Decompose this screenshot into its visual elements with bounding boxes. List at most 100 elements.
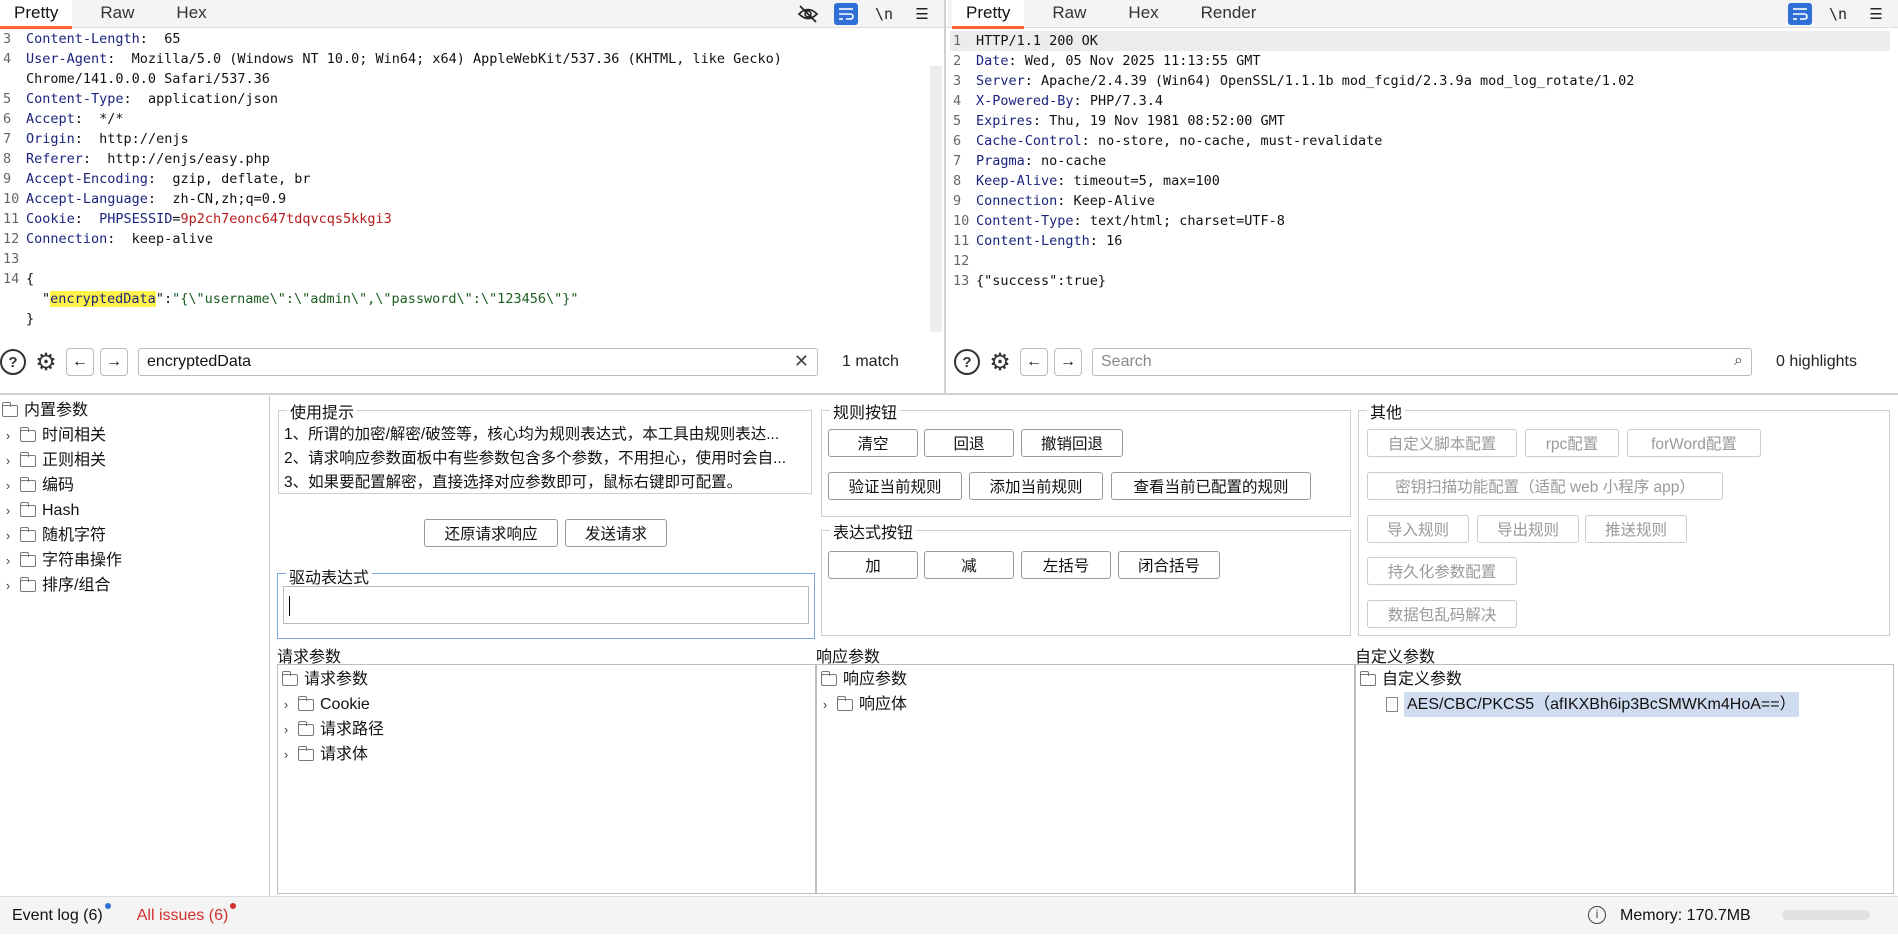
gear-icon[interactable]: ⚙ — [986, 348, 1014, 377]
request-line: 10 Accept-Language: zh-CN,zh;q=0.9 — [0, 189, 928, 209]
verify-rule-button[interactable]: 验证当前规则 — [828, 472, 962, 500]
event-log-link[interactable]: Event log (6) — [12, 902, 111, 925]
request-scrollbar[interactable] — [930, 66, 942, 332]
tree-root-request[interactable]: 请求参数 — [278, 667, 384, 692]
tab-request-hex[interactable]: Hex — [162, 0, 220, 28]
clear-icon[interactable]: ✕ — [794, 351, 809, 372]
persist-params-button[interactable]: 持久化参数配置 — [1367, 557, 1517, 585]
tab-response-hex[interactable]: Hex — [1114, 0, 1172, 28]
wrap-icon[interactable] — [834, 3, 858, 25]
request-search-input[interactable]: encryptedData ✕ — [138, 348, 818, 376]
newline-icon[interactable]: \n — [872, 3, 896, 25]
header-value: timeout=5, max=100 — [1065, 173, 1220, 189]
menu-icon[interactable]: ☰ — [910, 3, 934, 25]
folder-icon — [20, 576, 36, 592]
chevron-right-icon[interactable]: › — [0, 573, 16, 598]
header-value: no-store, no-cache, must-revalidate — [1089, 133, 1383, 149]
garbled-fix-button[interactable]: 数据包乱码解决 — [1367, 600, 1517, 628]
restore-button[interactable]: 还原请求响应 — [424, 519, 558, 547]
chevron-right-icon[interactable]: › — [278, 742, 294, 767]
builtin-tree-item[interactable]: › 排序/组合 — [0, 573, 268, 598]
export-rules-button[interactable]: 导出规则 — [1477, 515, 1579, 543]
send-request-button[interactable]: 发送请求 — [565, 519, 667, 547]
line-number: 4 — [3, 51, 12, 67]
rpc-config-button[interactable]: rpc配置 — [1525, 429, 1619, 457]
pane-divider[interactable] — [944, 0, 946, 395]
tab-request-pretty[interactable]: Pretty — [0, 0, 73, 29]
response-param-item[interactable]: › 响应体 — [817, 692, 907, 717]
search-prev-button[interactable]: ← — [66, 348, 94, 376]
tab-response-pretty[interactable]: Pretty — [952, 0, 1025, 29]
horizontal-divider[interactable] — [0, 393, 1898, 395]
search-prev-button[interactable]: ← — [1020, 348, 1048, 376]
driver-input[interactable] — [283, 586, 809, 624]
minus-button[interactable]: 减 — [924, 551, 1014, 579]
left-divider[interactable] — [269, 396, 270, 896]
left-paren-button[interactable]: 左括号 — [1021, 551, 1111, 579]
builtin-tree-item[interactable]: › 编码 — [0, 473, 268, 498]
chevron-right-icon[interactable]: › — [0, 548, 16, 573]
response-line: 10 Content-Type: text/html; charset=UTF-8 — [950, 211, 1890, 231]
chevron-right-icon[interactable]: › — [0, 473, 16, 498]
search-icon: ⌕ — [1734, 352, 1743, 369]
gear-icon[interactable]: ⚙ — [32, 348, 60, 377]
request-line: 8 Referer: http://enjs/easy.php — [0, 149, 928, 169]
folder-open-icon — [282, 670, 298, 686]
push-rules-button[interactable]: 推送规则 — [1585, 515, 1687, 543]
builtin-tree-item[interactable]: › 随机字符 — [0, 523, 268, 548]
custom-param-item[interactable]: AES/CBC/PKCS5（afIKXBh6ip3BcSMWKm4HoA==） — [1356, 692, 1799, 717]
forword-config-button[interactable]: forWord配置 — [1627, 429, 1761, 457]
help-icon[interactable]: ? — [954, 349, 980, 375]
tree-root-builtin[interactable]: 内置参数 — [0, 398, 268, 423]
builtin-tree-item[interactable]: › 正则相关 — [0, 448, 268, 473]
tree-root-response[interactable]: 响应参数 — [817, 667, 907, 692]
menu-icon[interactable]: ☰ — [1864, 3, 1888, 25]
request-line: 12 Connection: keep-alive — [0, 229, 928, 249]
eye-slash-icon[interactable] — [796, 3, 820, 25]
tree-root-label: 请求参数 — [304, 671, 369, 688]
builtin-tree-item[interactable]: › 时间相关 — [0, 423, 268, 448]
response-search-input[interactable]: Search ⌕ — [1092, 348, 1752, 376]
folder-icon — [20, 501, 36, 517]
clear-button[interactable]: 清空 — [828, 429, 918, 457]
request-editor[interactable]: 3 Content-Length: 65 4 User-Agent: Mozilla/… — [0, 29, 928, 331]
add-rule-button[interactable]: 添加当前规则 — [969, 472, 1103, 500]
custom-script-button[interactable]: 自定义脚本配置 — [1367, 429, 1517, 457]
request-line: 11 Cookie: PHPSESSID=9p2ch7eonc647tdqvcqs… — [0, 209, 928, 229]
tab-request-raw[interactable]: Raw — [86, 0, 148, 28]
undo-button[interactable]: 回退 — [924, 429, 1014, 457]
tab-response-render[interactable]: Render — [1187, 0, 1271, 28]
tab-response-raw[interactable]: Raw — [1038, 0, 1100, 28]
redo-button[interactable]: 撤销回退 — [1021, 429, 1123, 457]
cookie-name: PHPSESSID — [99, 211, 173, 227]
view-rules-button[interactable]: 查看当前已配置的规则 — [1111, 472, 1311, 500]
chevron-right-icon[interactable]: › — [278, 717, 294, 742]
request-param-item[interactable]: › Cookie — [278, 692, 384, 717]
line-number: 4 — [953, 93, 962, 109]
search-next-button[interactable]: → — [1054, 348, 1082, 376]
request-line: Chrome/141.0.0.0 Safari/537.36 — [0, 69, 928, 89]
all-issues-link[interactable]: All issues (6) — [137, 902, 237, 925]
line-number: 5 — [3, 91, 12, 107]
import-rules-button[interactable]: 导入规则 — [1367, 515, 1469, 543]
chevron-right-icon[interactable]: › — [0, 423, 16, 448]
wrap-icon[interactable] — [1788, 3, 1812, 25]
tree-root-custom[interactable]: 自定义参数 — [1356, 667, 1799, 692]
chevron-right-icon[interactable]: › — [817, 692, 833, 717]
line-number: 12 — [3, 231, 20, 247]
chevron-right-icon[interactable]: › — [0, 523, 16, 548]
request-param-item[interactable]: › 请求路径 — [278, 717, 384, 742]
request-param-item[interactable]: › 请求体 — [278, 742, 384, 767]
chevron-right-icon[interactable]: › — [0, 498, 16, 523]
right-paren-button[interactable]: 闭合括号 — [1118, 551, 1220, 579]
key-scan-button[interactable]: 密钥扫描功能配置（适配 web 小程序 app） — [1367, 472, 1723, 500]
builtin-tree-item[interactable]: › Hash — [0, 498, 268, 523]
chevron-right-icon[interactable]: › — [278, 692, 294, 717]
chevron-right-icon[interactable]: › — [0, 448, 16, 473]
help-icon[interactable]: ? — [0, 349, 26, 375]
response-editor[interactable]: 1 HTTP/1.1 200 OK 2 Date: Wed, 05 Nov 2025 … — [950, 31, 1890, 331]
newline-icon[interactable]: \n — [1826, 3, 1850, 25]
plus-button[interactable]: 加 — [828, 551, 918, 579]
search-next-button[interactable]: → — [100, 348, 128, 376]
builtin-tree-item[interactable]: › 字符串操作 — [0, 548, 268, 573]
